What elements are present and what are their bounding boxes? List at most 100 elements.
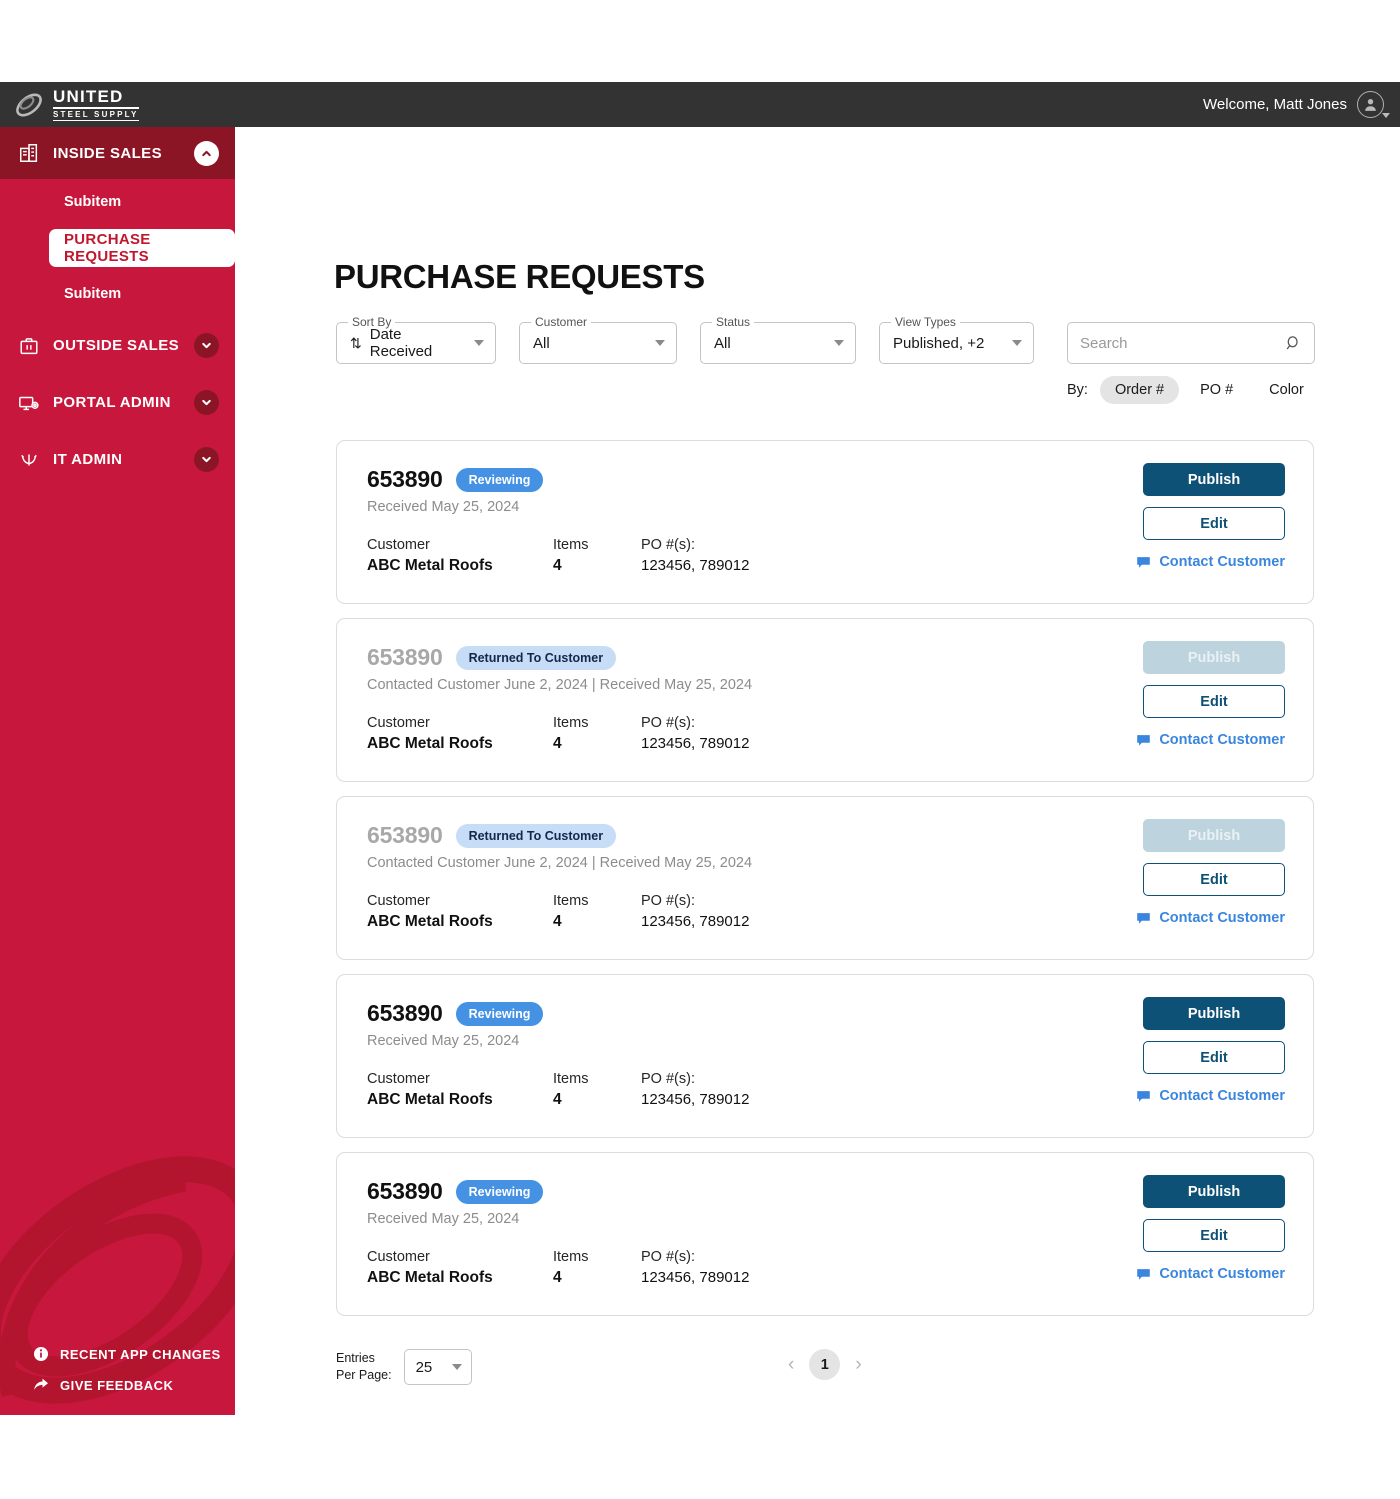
contact-customer-link[interactable]: Contact Customer [1137,1088,1285,1104]
filter-bar: Sort By ⇅ Date Received Customer All Sta… [336,315,1034,364]
card-header: 653890 Returned To Customer [367,644,617,671]
give-feedback-label: GIVE FEEDBACK [60,1377,174,1393]
po-label: PO #(s): [641,537,695,553]
items-label: Items [553,1249,589,1265]
status-select[interactable]: Status All [700,315,856,364]
sidebar-item-label: INSIDE SALES [53,144,162,162]
po-field: PO #(s): 123456, 789012 [641,537,749,575]
page-number-1[interactable]: 1 [809,1349,841,1380]
sidebar-subitem-subitem-1[interactable]: Subitem [0,179,235,225]
po-field: PO #(s): 123456, 789012 [641,715,749,753]
give-feedback-link[interactable]: GIVE FEEDBACK [33,1377,235,1393]
avatar[interactable] [1357,91,1390,118]
status-badge: Returned To Customer [455,645,617,670]
purchase-request-card: 653890 Reviewing Received May 25, 2024 C… [336,440,1314,604]
sidebar-subitem-row-active: PURCHASE REQUESTS [0,225,235,271]
sidebar-subitem-purchase-requests[interactable]: PURCHASE REQUESTS [49,229,235,267]
sidebar-subitem-subitem-2[interactable]: Subitem [0,271,235,317]
sidebar-item-inside-sales[interactable]: INSIDE SALES [0,127,235,179]
customer-field: Customer ABC Metal Roofs [367,1071,553,1109]
card-header: 653890 Reviewing [367,1178,544,1205]
items-field: Items 4 [553,715,641,753]
status-badge: Reviewing [455,1001,544,1026]
brand-logo[interactable]: UNITED STEEL SUPPLY [0,88,139,121]
page-controls: ‹ 1 › [788,1349,862,1380]
po-field: PO #(s): 123456, 789012 [641,893,749,931]
sidebar-footer: RECENT APP CHANGES GIVE FEEDBACK [0,1346,235,1393]
card-meta: Customer ABC Metal Roofs Items 4 PO #(s)… [367,1249,749,1287]
edit-button[interactable]: Edit [1143,685,1285,718]
sidebar-item-it-admin[interactable]: IT ADMIN [0,431,235,488]
sort-by-value: Date Received [369,326,433,360]
card-date-line: Contacted Customer June 2, 2024 | Receiv… [367,855,753,871]
card-actions: Publish Edit Contact Customer [1137,1175,1285,1282]
edit-button[interactable]: Edit [1143,1041,1285,1074]
contact-customer-label: Contact Customer [1159,1266,1285,1282]
order-number: 653890 [367,466,443,492]
monitor-gear-icon [18,392,40,414]
customer-label: Customer [367,537,430,553]
entries-per-page: Entries Per Page: 25 [336,1349,472,1385]
view-types-select[interactable]: View Types Published, +2 [879,315,1034,364]
edit-button[interactable]: Edit [1143,1219,1285,1252]
edit-button[interactable]: Edit [1143,863,1285,896]
search-by-po-number[interactable]: PO # [1185,376,1248,404]
card-date-line: Received May 25, 2024 [367,1033,520,1049]
entries-label-line2: Per Page: [336,1368,392,1382]
sidebar-section-inside-sales: INSIDE SALES Subitem PURCHASE REQUESTS S… [0,127,235,317]
sort-by-select[interactable]: Sort By ⇅ Date Received [336,315,496,364]
chevron-down-icon [1012,340,1022,346]
chevron-down-icon [1382,113,1390,118]
edit-button[interactable]: Edit [1143,507,1285,540]
recent-app-changes-link[interactable]: RECENT APP CHANGES [33,1346,235,1362]
customer-field: Customer ABC Metal Roofs [367,715,553,753]
items-value: 4 [553,735,562,752]
po-label: PO #(s): [641,715,695,731]
po-field: PO #(s): 123456, 789012 [641,1249,749,1287]
contact-customer-link[interactable]: Contact Customer [1137,1266,1285,1282]
swirl-logo-icon [16,93,42,116]
top-bar: UNITED STEEL SUPPLY Welcome, Matt Jones [0,82,1400,127]
card-header: 653890 Returned To Customer [367,822,617,849]
chevron-down-icon[interactable] [194,333,219,358]
user-menu[interactable]: Welcome, Matt Jones [1203,91,1400,118]
card-date-line: Received May 25, 2024 [367,499,520,515]
card-date-line: Contacted Customer June 2, 2024 | Receiv… [367,677,753,693]
card-header: 653890 Reviewing [367,1000,544,1027]
search-box[interactable] [1067,322,1315,364]
chevron-down-icon [451,1364,462,1370]
items-value: 4 [553,913,562,930]
contact-customer-label: Contact Customer [1159,554,1285,570]
contact-customer-link[interactable]: Contact Customer [1137,732,1285,748]
application-window: UNITED STEEL SUPPLY Welcome, Matt Jones [0,82,1400,1415]
entries-per-page-select[interactable]: 25 [403,1349,472,1385]
chevron-down-icon[interactable] [194,390,219,415]
customer-field: Customer ABC Metal Roofs [367,1249,553,1287]
user-icon [1365,98,1376,111]
contact-customer-link[interactable]: Contact Customer [1137,910,1285,926]
customer-value: ABC Metal Roofs [367,1091,493,1108]
info-icon [34,1347,48,1361]
next-page-button[interactable]: › [855,1355,861,1374]
customer-select[interactable]: Customer All [519,315,677,364]
chevron-down-icon[interactable] [194,447,219,472]
pagination-bar: Entries Per Page: 25 ‹ 1 › [336,1349,1314,1393]
sidebar-item-outside-sales[interactable]: OUTSIDE SALES [0,317,235,374]
search-by-color[interactable]: Color [1254,376,1319,404]
items-field: Items 4 [553,893,641,931]
welcome-text: Welcome, Matt Jones [1203,96,1347,113]
search-input[interactable] [1080,334,1285,352]
sidebar-item-portal-admin[interactable]: PORTAL ADMIN [0,374,235,431]
publish-button[interactable]: Publish [1143,463,1285,496]
card-actions: Publish Edit Contact Customer [1137,997,1285,1104]
contact-customer-link[interactable]: Contact Customer [1137,554,1285,570]
publish-button[interactable]: Publish [1143,1175,1285,1208]
previous-page-button[interactable]: ‹ [788,1355,794,1374]
card-meta: Customer ABC Metal Roofs Items 4 PO #(s)… [367,715,749,753]
search-by-row: By: Order # PO # Color [1067,376,1319,404]
search-by-order-number[interactable]: Order # [1099,376,1180,404]
search-icon[interactable] [1285,335,1302,352]
status-label: Status [712,315,755,329]
publish-button[interactable]: Publish [1143,997,1285,1030]
chevron-up-icon[interactable] [194,140,219,166]
